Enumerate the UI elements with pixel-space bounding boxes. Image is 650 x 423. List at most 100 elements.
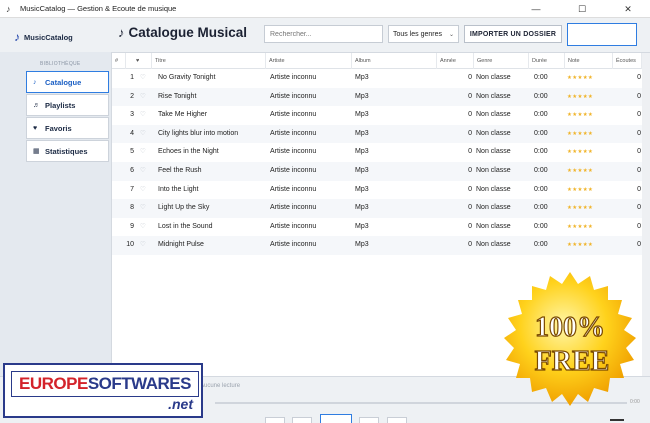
cell-artist: Artiste inconnu xyxy=(270,129,317,137)
cell-year: 0 xyxy=(468,241,472,249)
table-row[interactable]: 7 ♡ Into the Light Artiste inconnu Mp3 0 Non c… xyxy=(112,181,650,200)
sidebar-item-catalogue[interactable]: ♪ Catalogue xyxy=(26,71,109,93)
cell-title: Midnight Pulse xyxy=(158,241,204,249)
cell-year: 0 xyxy=(468,111,472,119)
column-header-number[interactable]: # xyxy=(112,53,126,69)
heart-icon[interactable]: ♡ xyxy=(140,236,150,255)
table-row[interactable]: 6 ♡ Feel the Rush Artiste inconnu Mp3 0 Non cl… xyxy=(112,162,650,181)
cell-artist: Artiste inconnu xyxy=(270,185,317,193)
heart-icon[interactable]: ♡ xyxy=(140,199,150,218)
cell-number: 4 xyxy=(130,129,134,137)
cell-plays: 0 xyxy=(637,74,641,81)
column-header-artist[interactable]: Artiste xyxy=(266,53,352,69)
playlist-icon: ♬ xyxy=(33,101,40,109)
volume-slider[interactable] xyxy=(610,419,624,421)
cell-title: Light Up the Sky xyxy=(158,204,210,212)
europesoftwares-logo: EUROPE SOFTWARES .net xyxy=(3,363,203,418)
cell-year: 0 xyxy=(468,185,472,193)
search-input[interactable] xyxy=(264,25,383,43)
cell-artist: Artiste inconnu xyxy=(270,204,317,212)
stats-icon: ▦ xyxy=(33,148,40,155)
column-header-genre[interactable]: Genre xyxy=(474,53,529,69)
sidebar-item-statistiques[interactable]: ▦ Statistiques xyxy=(26,140,109,162)
column-header-favorite[interactable]: ♥ xyxy=(126,53,152,69)
shuffle-button[interactable]: ⇄ xyxy=(265,417,285,423)
play-button[interactable] xyxy=(320,414,352,423)
sidebar-item-label: Favoris xyxy=(45,123,72,133)
cell-album: Mp3 xyxy=(355,204,369,212)
cell-duration: 0:00 xyxy=(534,92,548,100)
heart-icon[interactable]: ♡ xyxy=(140,106,150,125)
column-header-title[interactable]: Titre xyxy=(152,53,266,69)
column-header-year[interactable]: Année xyxy=(437,53,474,69)
column-header-album[interactable]: Album xyxy=(352,53,437,69)
heart-icon[interactable]: ♡ xyxy=(140,88,150,107)
heart-icon[interactable]: ♡ xyxy=(140,162,150,181)
repeat-button[interactable]: ↻ xyxy=(387,417,407,423)
free-badge: 100% FREE xyxy=(504,272,636,406)
next-button[interactable]: ⏭ xyxy=(359,417,379,423)
cell-artist: Artiste inconnu xyxy=(270,148,317,156)
heart-icon[interactable]: ♡ xyxy=(140,218,150,237)
logo-text-europe: EUROPE xyxy=(19,374,88,393)
cell-genre: Non classe xyxy=(476,185,511,193)
column-header-plays[interactable]: Écoutes xyxy=(613,53,642,69)
table-row[interactable]: 2 ♡ Rise Tonight Artiste inconnu Mp3 0 Non cla… xyxy=(112,87,650,107)
cell-title: Take Me Higher xyxy=(158,111,208,119)
sidebar-item-label: Playlists xyxy=(45,100,76,110)
heart-icon[interactable]: ♡ xyxy=(140,69,150,88)
cell-plays: 0 xyxy=(637,185,641,193)
column-header-duration[interactable]: Durée xyxy=(529,53,565,69)
genre-select[interactable]: Tous les genres ⌄ xyxy=(388,25,459,43)
page-title: ♪ Catalogue Musical xyxy=(118,25,247,40)
cell-title: Echoes in the Night xyxy=(158,148,219,156)
music-note-icon: ♪ xyxy=(14,30,20,44)
table-row[interactable]: 5 ♡ Echoes in the Night Artiste inconnu Mp3 0… xyxy=(112,143,650,162)
minimize-icon: — xyxy=(531,4,541,14)
header-action-button[interactable] xyxy=(567,23,637,46)
table-row[interactable]: 8 ♡ Light Up the Sky Artiste inconnu Mp3 0 Non… xyxy=(112,199,650,218)
table-row[interactable]: 10 ♡ Midnight Pulse Artiste inconnu Mp3 0 Non … xyxy=(112,236,650,255)
column-header-rating[interactable]: Note xyxy=(565,53,613,69)
minimize-button[interactable]: — xyxy=(513,0,559,18)
table-row[interactable]: 4 ♡ City lights blur into motion Artiste in… xyxy=(112,124,650,144)
import-folder-button[interactable]: IMPORTER UN DOSSIER xyxy=(464,25,562,43)
cell-duration: 0:00 xyxy=(534,74,548,81)
cell-title: Rise Tonight xyxy=(158,92,197,100)
cell-album: Mp3 xyxy=(355,241,369,249)
sidebar-section-label: BIBLIOTHÈQUE xyxy=(40,61,81,67)
cell-number: 6 xyxy=(130,167,134,174)
cell-plays: 0 xyxy=(637,204,641,212)
cell-number: 8 xyxy=(130,204,134,212)
window-titlebar: ♪ MusicCatalog — Gestion & Ecoute de mus… xyxy=(0,0,650,18)
cell-artist: Artiste inconnu xyxy=(270,222,317,230)
previous-button[interactable]: ⏮ xyxy=(292,417,312,423)
cell-album: Mp3 xyxy=(355,222,369,230)
table-row[interactable]: 1 ♡ No Gravity Tonight Artiste inconnu Mp3 0 N… xyxy=(112,69,650,88)
cell-album: Mp3 xyxy=(355,167,369,174)
table-row[interactable]: 9 ♡ Lost in the Sound Artiste inconnu Mp3 0 No… xyxy=(112,218,650,237)
genre-select-value: Tous les genres xyxy=(393,30,443,38)
cell-rating: ★★★★★ xyxy=(567,112,594,119)
heart-icon[interactable]: ♡ xyxy=(140,181,150,200)
sidebar-item-playlists[interactable]: ♬ Playlists xyxy=(26,94,109,116)
heart-icon[interactable]: ♡ xyxy=(140,143,150,162)
cell-number: 1 xyxy=(130,74,134,81)
cell-year: 0 xyxy=(468,148,472,156)
cell-duration: 0:00 xyxy=(534,241,548,249)
sidebar: BIBLIOTHÈQUE ♪ Catalogue ♬ Playlists ♥ F… xyxy=(0,52,112,376)
maximize-button[interactable]: ☐ xyxy=(559,0,605,18)
cell-plays: 0 xyxy=(637,129,641,137)
cell-rating: ★★★★★ xyxy=(567,75,594,81)
vertical-scrollbar[interactable] xyxy=(642,53,650,379)
cell-artist: Artiste inconnu xyxy=(270,74,317,81)
cell-artist: Artiste inconnu xyxy=(270,111,317,119)
table-row[interactable]: 3 ♡ Take Me Higher Artiste inconnu Mp3 0 Non c… xyxy=(112,106,650,125)
maximize-icon: ☐ xyxy=(577,3,587,14)
brand-name: MusicCatalog xyxy=(24,32,73,42)
close-button[interactable]: ✕ xyxy=(605,0,650,18)
cell-album: Mp3 xyxy=(355,129,369,137)
cell-year: 0 xyxy=(468,167,472,174)
sidebar-item-favoris[interactable]: ♥ Favoris xyxy=(26,117,109,139)
heart-icon[interactable]: ♡ xyxy=(140,125,150,144)
